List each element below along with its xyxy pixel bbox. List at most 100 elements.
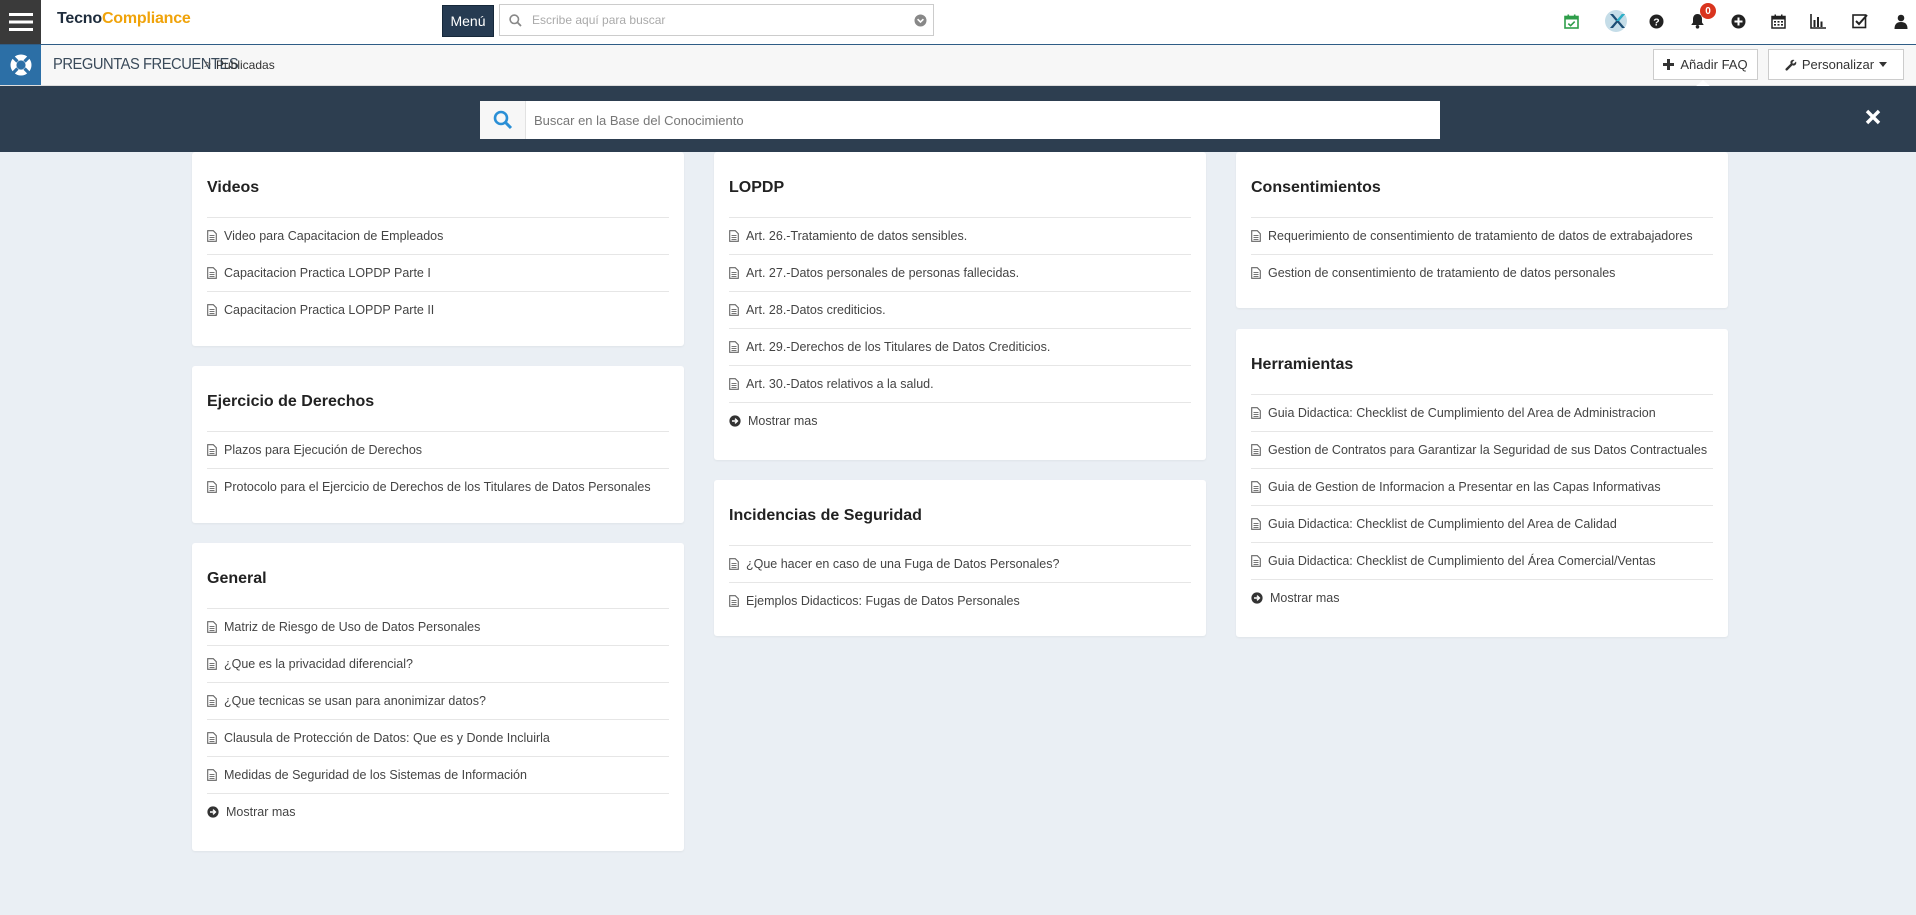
svg-text:?: ? <box>1653 16 1659 28</box>
document-icon <box>207 769 217 781</box>
document-icon <box>207 621 217 633</box>
close-icon[interactable] <box>1862 106 1884 128</box>
faq-item[interactable]: Guia Didactica: Checklist de Cumplimient… <box>1251 394 1713 431</box>
document-icon <box>207 267 217 279</box>
add-circle-icon[interactable] <box>1728 11 1748 31</box>
document-icon <box>207 732 217 744</box>
add-faq-button[interactable]: Añadir FAQ <box>1653 49 1758 80</box>
faq-item-label: Guia Didactica: Checklist de Cumplimient… <box>1268 554 1656 568</box>
faq-list: Art. 26.-Tratamiento de datos sensibles.… <box>729 217 1191 439</box>
document-icon <box>207 658 217 670</box>
show-more-link[interactable]: Mostrar mas <box>729 402 1191 439</box>
chevron-down-icon[interactable] <box>907 14 933 27</box>
document-icon <box>729 558 739 570</box>
faq-item[interactable]: Art. 27.-Datos personales de personas fa… <box>729 254 1191 291</box>
document-icon <box>207 230 217 242</box>
global-search-input[interactable] <box>530 12 907 28</box>
faq-category-card-videos: Videos Video para Capacitacion de Emplead… <box>192 152 684 346</box>
faq-item[interactable]: Guia Didactica: Checklist de Cumplimient… <box>1251 542 1713 579</box>
app-logo[interactable]: TecnoCompliance <box>57 10 191 28</box>
menu-button[interactable]: Menú <box>442 5 494 37</box>
category-title[interactable]: Ejercicio de Derechos <box>207 393 374 411</box>
document-icon <box>207 304 217 316</box>
show-more-label: Mostrar mas <box>226 805 296 819</box>
faq-item[interactable]: ¿Que es la privacidad diferencial? <box>207 645 669 682</box>
document-icon <box>729 230 739 242</box>
global-search <box>499 4 934 36</box>
user-icon[interactable] <box>1891 11 1911 31</box>
faq-item[interactable]: Guia Didactica: Checklist de Cumplimient… <box>1251 505 1713 542</box>
category-title[interactable]: Herramientas <box>1251 356 1353 374</box>
calendar-check-icon[interactable] <box>1561 11 1581 31</box>
document-icon <box>1251 444 1261 456</box>
faq-list: Guia Didactica: Checklist de Cumplimient… <box>1251 394 1713 616</box>
faq-item[interactable]: Capacitacion Practica LOPDP Parte II <box>207 291 669 328</box>
faq-item[interactable]: Art. 29.-Derechos de los Titulares de Da… <box>729 328 1191 365</box>
faq-item[interactable]: Gestion de consentimiento de tratamiento… <box>1251 254 1713 291</box>
faq-item-label: Ejemplos Didacticos: Fugas de Datos Pers… <box>746 594 1020 608</box>
logo-text-1: Tecno <box>57 10 102 27</box>
faq-category-card-consentimientos: Consentimientos Requerimiento de consenti… <box>1236 152 1728 308</box>
show-more-label: Mostrar mas <box>1270 591 1340 605</box>
document-icon <box>1251 481 1261 493</box>
faq-item[interactable]: Art. 30.-Datos relativos a la salud. <box>729 365 1191 402</box>
faq-item-label: Guia Didactica: Checklist de Cumplimient… <box>1268 517 1617 531</box>
app-brand-icon[interactable] <box>1604 9 1628 33</box>
arrow-circle-right-icon <box>207 806 219 818</box>
faq-item-label: Capacitacion Practica LOPDP Parte II <box>224 303 435 317</box>
faq-item[interactable]: Art. 26.-Tratamiento de datos sensibles. <box>729 217 1191 254</box>
kb-search-input[interactable] <box>526 111 1440 129</box>
category-title[interactable]: Incidencias de Seguridad <box>729 507 922 525</box>
document-icon <box>1251 230 1261 242</box>
faq-list: Requerimiento de consentimiento de trata… <box>1251 217 1713 291</box>
show-more-link[interactable]: Mostrar mas <box>1251 579 1713 616</box>
checkbox-tasks-icon[interactable] <box>1850 11 1870 31</box>
document-icon <box>729 267 739 279</box>
knowledge-base-search-bar <box>0 86 1916 152</box>
faq-item-label: Gestion de Contratos para Garantizar la … <box>1268 443 1708 457</box>
category-title[interactable]: LOPDP <box>729 179 784 197</box>
document-icon <box>207 695 217 707</box>
faq-item-label: Art. 28.-Datos crediticios. <box>746 303 886 317</box>
faq-item[interactable]: ¿Que tecnicas se usan para anonimizar da… <box>207 682 669 719</box>
document-icon <box>1251 267 1261 279</box>
faq-item[interactable]: Protocolo para el Ejercicio de Derechos … <box>207 468 669 505</box>
category-title[interactable]: Consentimientos <box>1251 179 1381 197</box>
faq-item[interactable]: Plazos para Ejecución de Derechos <box>207 431 669 468</box>
faq-item[interactable]: Medidas de Seguridad de los Sistemas de … <box>207 756 669 793</box>
document-icon <box>207 481 217 493</box>
faq-item[interactable]: Clausula de Protección de Datos: Que es … <box>207 719 669 756</box>
faq-item[interactable]: Guia de Gestion de Informacion a Present… <box>1251 468 1713 505</box>
faq-item-label: ¿Que es la privacidad diferencial? <box>224 657 413 671</box>
category-title[interactable]: General <box>207 570 267 588</box>
faq-list: Video para Capacitacion de Empleados Capa… <box>207 217 669 328</box>
show-more-link[interactable]: Mostrar mas <box>207 793 669 830</box>
wrench-icon <box>1785 59 1797 71</box>
faq-item-label: Protocolo para el Ejercicio de Derechos … <box>224 480 651 494</box>
faq-item-label: Clausula de Protección de Datos: Que es … <box>224 731 550 745</box>
search-icon[interactable] <box>480 101 526 139</box>
faq-item-label: ¿Que tecnicas se usan para anonimizar da… <box>224 694 486 708</box>
faq-category-card-ejercicio-de-derechos: Ejercicio de Derechos Plazos para Ejecuci… <box>192 366 684 523</box>
faq-item-label: Gestion de consentimiento de tratamiento… <box>1268 266 1616 280</box>
faq-item[interactable]: Art. 28.-Datos crediticios. <box>729 291 1191 328</box>
customize-dropdown-button[interactable]: Personalizar <box>1768 49 1904 80</box>
calendar-icon[interactable] <box>1768 11 1788 31</box>
lifebuoy-icon <box>0 45 41 85</box>
faq-item-label: Art. 27.-Datos personales de personas fa… <box>746 266 1020 280</box>
faq-item[interactable]: Gestion de Contratos para Garantizar la … <box>1251 431 1713 468</box>
bar-chart-icon[interactable] <box>1808 11 1828 31</box>
hamburger-menu-button[interactable] <box>0 0 41 44</box>
faq-item[interactable]: Ejemplos Didacticos: Fugas de Datos Pers… <box>729 582 1191 619</box>
faq-item[interactable]: Capacitacion Practica LOPDP Parte I <box>207 254 669 291</box>
category-title[interactable]: Videos <box>207 179 259 197</box>
faq-item[interactable]: Requerimiento de consentimiento de trata… <box>1251 217 1713 254</box>
faq-item[interactable]: Video para Capacitacion de Empleados <box>207 217 669 254</box>
document-icon <box>729 595 739 607</box>
faq-item[interactable]: ¿Que hacer en caso de una Fuga de Datos … <box>729 545 1191 582</box>
document-icon <box>207 444 217 456</box>
help-icon[interactable]: ? <box>1646 11 1666 31</box>
kb-search-box <box>480 101 1440 139</box>
arrow-circle-right-icon <box>729 415 741 427</box>
faq-item[interactable]: Matriz de Riesgo de Uso de Datos Persona… <box>207 608 669 645</box>
